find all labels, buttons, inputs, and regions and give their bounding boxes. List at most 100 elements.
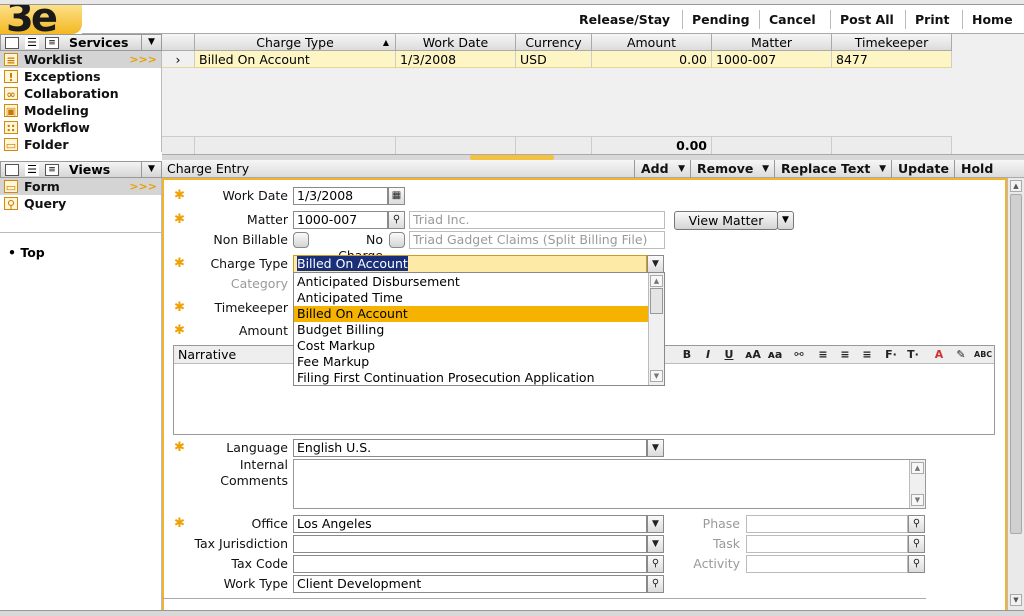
charge-type-field[interactable]: Billed On Account <box>293 255 647 273</box>
chevron-down-icon[interactable]: ▼ <box>141 35 161 50</box>
tax-jurisdiction-field[interactable] <box>293 535 647 553</box>
nav-item-exceptions[interactable]: ! Exceptions <box>0 68 161 85</box>
remove-button[interactable]: Remove ▼ <box>690 160 774 178</box>
nav-item-modeling[interactable]: ▣ Modeling <box>0 102 161 119</box>
spellcheck-icon[interactable]: ABC <box>974 348 992 362</box>
work-type-field[interactable]: Client Development <box>293 575 647 593</box>
nav-item-folder[interactable]: ▭ Folder <box>0 136 161 153</box>
cell-timekeeper[interactable]: 8477 <box>832 51 952 68</box>
grid-header-work-date[interactable]: Work Date <box>396 34 516 51</box>
cell-currency[interactable]: USD <box>516 51 592 68</box>
scroll-thumb[interactable] <box>1010 194 1022 534</box>
grid-header-charge-type[interactable]: Charge Type ▲ <box>195 34 396 51</box>
dropdown-scrollbar[interactable]: ▲ ▼ <box>648 273 664 385</box>
pending-button[interactable]: Pending <box>682 10 759 29</box>
align-center-icon[interactable]: ≡ <box>836 348 854 362</box>
top-link[interactable]: • Top <box>8 245 45 260</box>
internal-comments-field[interactable]: ▲ ▼ <box>293 459 926 509</box>
office-field[interactable]: Los Angeles <box>293 515 647 533</box>
row-expand-icon[interactable]: › <box>162 51 195 68</box>
font-size-up-icon[interactable]: ᴀa <box>766 348 784 362</box>
release-stay-button[interactable]: Release/Stay <box>570 10 679 29</box>
cell-amount[interactable]: 0.00 <box>592 51 712 68</box>
font-size-down-icon[interactable]: ᴀA <box>744 348 762 362</box>
chevron-down-icon[interactable]: ▼ <box>141 162 161 177</box>
hold-button[interactable]: Hold <box>954 160 1002 178</box>
horizontal-scrollbar[interactable] <box>0 610 1024 616</box>
dropdown-option[interactable]: Anticipated Time <box>294 290 649 306</box>
chevron-down-icon[interactable]: ▼ <box>777 211 794 230</box>
grid-header-amount[interactable]: Amount <box>592 34 712 51</box>
italic-icon[interactable]: I <box>699 348 717 362</box>
language-field[interactable]: English U.S. <box>293 439 647 457</box>
scroll-thumb[interactable] <box>650 288 663 314</box>
dropdown-option[interactable]: Anticipated Disbursement <box>294 274 649 290</box>
non-billable-checkbox[interactable] <box>293 232 309 248</box>
search-icon[interactable]: ⚲ <box>908 515 925 533</box>
list-icon[interactable]: ≡ <box>45 37 59 49</box>
expand-arrows-icon[interactable]: >>> <box>129 178 157 195</box>
grid-header-currency[interactable]: Currency <box>516 34 592 51</box>
underline-icon[interactable]: U <box>720 348 738 362</box>
add-button[interactable]: Add ▼ <box>634 160 690 178</box>
scroll-down-icon[interactable]: ▼ <box>1010 594 1022 606</box>
scroll-up-icon[interactable]: ▲ <box>911 462 924 474</box>
search-icon[interactable]: ⚲ <box>388 211 405 229</box>
replace-text-button[interactable]: Replace Text ▼ <box>774 160 891 178</box>
dropdown-option[interactable]: Filing First Continuation Prosecution Ap… <box>294 370 649 386</box>
restore-icon[interactable] <box>5 164 19 176</box>
cell-matter[interactable]: 1000-007 <box>712 51 832 68</box>
grid-header-timekeeper[interactable]: Timekeeper <box>832 34 952 51</box>
scroll-up-icon[interactable]: ▲ <box>650 275 663 287</box>
scroll-up-icon[interactable]: ▲ <box>1010 180 1022 192</box>
find-icon[interactable]: ⚯ <box>790 348 808 362</box>
cell-work-date[interactable]: 1/3/2008 <box>396 51 516 68</box>
work-date-field[interactable]: 1/3/2008 <box>293 187 388 205</box>
print-button[interactable]: Print <box>905 10 959 29</box>
nav-item-workflow[interactable]: ∷ Workflow <box>0 119 161 136</box>
dropdown-option[interactable]: Budget Billing <box>294 322 649 338</box>
matter-field[interactable]: 1000-007 <box>293 211 388 229</box>
grid-header-matter[interactable]: Matter <box>712 34 832 51</box>
align-left-icon[interactable]: ≡ <box>814 348 832 362</box>
restore-icon[interactable] <box>5 37 19 49</box>
home-button[interactable]: Home <box>962 10 1022 29</box>
list-icon[interactable]: ≡ <box>45 164 59 176</box>
view-matter-button[interactable]: View Matter <box>674 211 778 230</box>
nav-item-worklist[interactable]: ≡ Worklist >>> <box>0 51 161 68</box>
font-color-icon[interactable]: A <box>930 348 948 362</box>
post-all-button[interactable]: Post All <box>830 10 903 29</box>
view-item-query[interactable]: ⚲ Query <box>0 195 161 212</box>
view-item-form[interactable]: ▭ Form >>> <box>0 178 161 195</box>
update-button[interactable]: Update <box>891 160 954 178</box>
cancel-button[interactable]: Cancel <box>759 10 825 29</box>
align-right-icon[interactable]: ≡ <box>858 348 876 362</box>
tax-code-field[interactable] <box>293 555 647 573</box>
form-vertical-scrollbar[interactable]: ▲ ▼ <box>1007 178 1024 610</box>
cell-charge-type[interactable]: Billed On Account <box>195 51 396 68</box>
no-charge-checkbox[interactable] <box>389 232 405 248</box>
highlight-icon[interactable]: ✎ <box>952 348 970 362</box>
dropdown-option-selected[interactable]: Billed On Account <box>294 306 649 322</box>
chevron-down-icon[interactable]: ▼ <box>647 515 664 533</box>
dropdown-option[interactable]: Cost Markup <box>294 338 649 354</box>
search-icon[interactable]: ⚲ <box>908 555 925 573</box>
search-icon[interactable]: ⚲ <box>647 575 664 593</box>
dropdown-option[interactable]: Fee Markup <box>294 354 649 370</box>
comments-scrollbar[interactable]: ▲ ▼ <box>909 460 925 508</box>
search-icon[interactable]: ⚲ <box>647 555 664 573</box>
font-family-icon[interactable]: F· <box>882 348 900 362</box>
chevron-down-icon[interactable]: ▼ <box>647 535 664 553</box>
calendar-icon[interactable]: ▦ <box>388 187 405 205</box>
menu-icon[interactable]: ☰ <box>25 37 39 49</box>
search-icon[interactable]: ⚲ <box>908 535 925 553</box>
nav-item-collaboration[interactable]: ∞ Collaboration <box>0 85 161 102</box>
bold-icon[interactable]: B <box>678 348 696 362</box>
expand-arrows-icon[interactable]: >>> <box>129 51 157 68</box>
chevron-down-icon[interactable]: ▼ <box>647 255 664 273</box>
scroll-down-icon[interactable]: ▼ <box>911 494 924 506</box>
scroll-down-icon[interactable]: ▼ <box>650 370 663 382</box>
chevron-down-icon[interactable]: ▼ <box>647 439 664 457</box>
menu-icon[interactable]: ☰ <box>25 164 39 176</box>
text-size-icon[interactable]: T· <box>904 348 922 362</box>
